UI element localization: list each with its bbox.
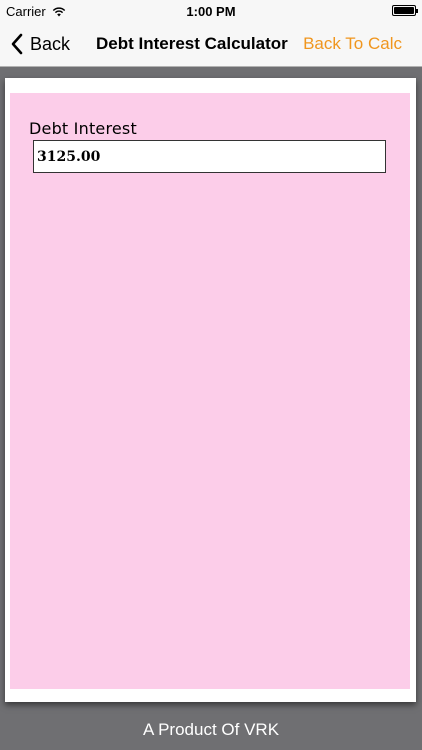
debt-interest-field[interactable]: 3125.00 [33,140,386,173]
chevron-left-icon [11,33,23,55]
navigation-bar: Back Debt Interest Calculator Back To Ca… [0,22,422,67]
status-time: 1:00 PM [186,4,236,19]
back-button[interactable]: Back [10,30,70,58]
battery-icon [392,5,418,16]
back-button-label: Back [30,33,71,54]
status-bar: Carrier 1:00 PM [0,0,422,22]
footer-credit: A Product Of VRK [142,720,280,739]
result-card: Debt Interest 3125.00 [5,78,416,702]
page-title: Debt Interest Calculator [96,34,288,53]
back-to-calc-button[interactable]: Back To Calc [303,34,402,54]
debt-interest-label: Debt Interest [29,119,137,138]
result-panel: Debt Interest 3125.00 [10,93,410,689]
